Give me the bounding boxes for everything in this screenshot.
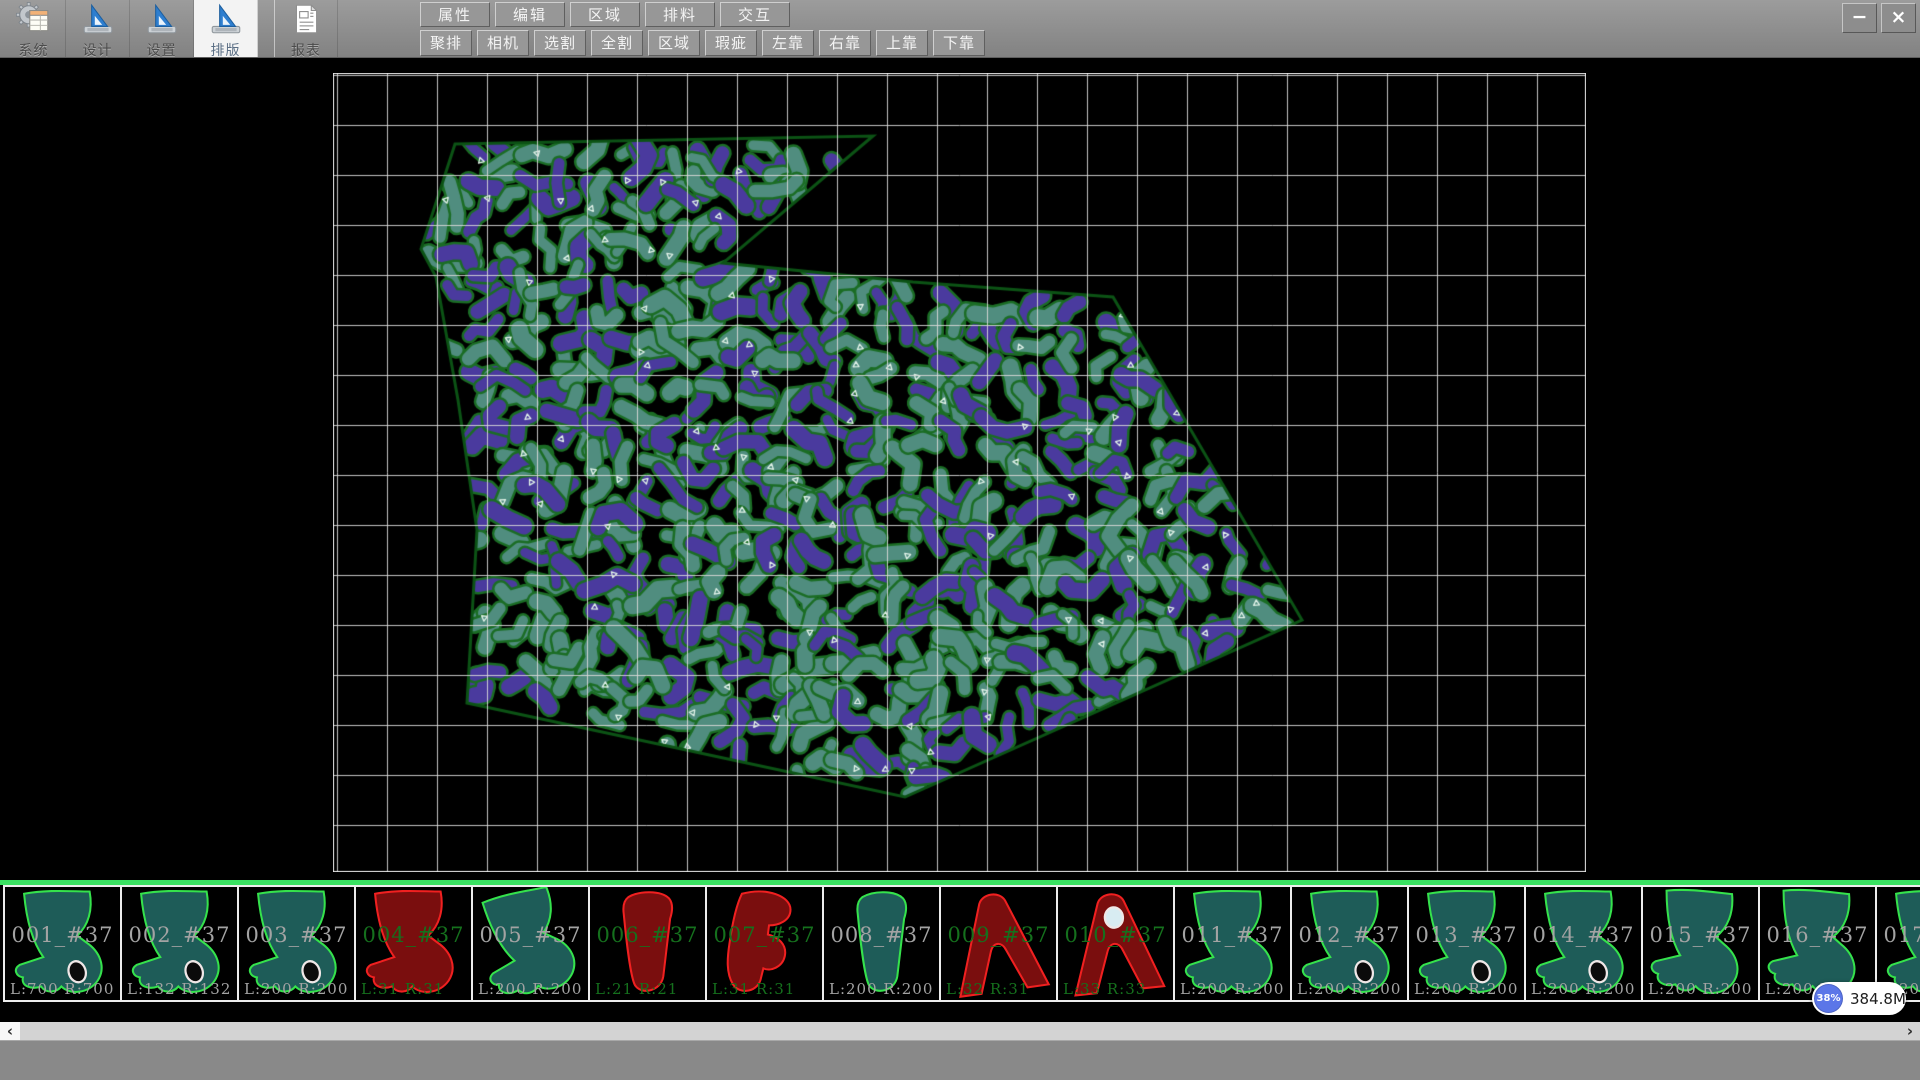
- piece-label: 011_#37: [1175, 923, 1290, 947]
- piece-label: 004_#37: [356, 923, 471, 947]
- piece-thumbnail-9[interactable]: 009_#37 L:32 R:31: [939, 885, 1058, 1002]
- layout-icon: [208, 2, 244, 40]
- piece-thumbnail-5[interactable]: 005_#37 L:200 R:200: [471, 885, 590, 1002]
- piece-thumbnail-10[interactable]: 010_#37 L:33 R:33: [1056, 885, 1175, 1002]
- piece-lr-count: L:200 R:200: [1297, 980, 1401, 998]
- thumbnail-strip: 001_#37 L:700 R:700 002_#37 L:132 R:132 003_…: [0, 880, 1920, 1002]
- piece-lr-count: L:200 R:200: [1648, 980, 1752, 998]
- nav-button-2[interactable]: 设计: [66, 0, 130, 57]
- report-icon: [288, 2, 324, 40]
- minimize-button[interactable]: −: [1842, 3, 1877, 33]
- piece-lr-count: L:200 R:200: [1531, 980, 1635, 998]
- menu-tab-2[interactable]: 编辑: [495, 2, 565, 27]
- piece-lr-count: L:21 R:21: [595, 980, 678, 998]
- tool-button-4[interactable]: 全割: [591, 30, 643, 56]
- thumbnail-cells: 001_#37 L:700 R:700 002_#37 L:132 R:132 003_…: [3, 885, 1920, 1002]
- menu-tab-1[interactable]: 属性: [420, 2, 490, 27]
- piece-label: 003_#37: [239, 923, 354, 947]
- piece-thumbnail-12[interactable]: 012_#37 L:200 R:200: [1290, 885, 1409, 1002]
- piece-lr-count: L:132 R:132: [127, 980, 231, 998]
- piece-lr-count: L:32 R:31: [946, 980, 1029, 998]
- piece-thumbnail-14[interactable]: 014_#37 L:200 R:200: [1524, 885, 1643, 1002]
- tool-button-2[interactable]: 相机: [477, 30, 529, 56]
- memory-indicator: 38% 384.8M: [1812, 982, 1906, 1015]
- piece-thumbnail-13[interactable]: 013_#37 L:200 R:200: [1407, 885, 1526, 1002]
- nav-button-5[interactable]: 报表: [274, 0, 338, 57]
- piece-thumbnail-8[interactable]: 008_#37 L:200 R:200: [822, 885, 941, 1002]
- piece-thumbnail-6[interactable]: 006_#37 L:21 R:21: [588, 885, 707, 1002]
- piece-label: 008_#37: [824, 923, 939, 947]
- nav-button-1[interactable]: 系统: [2, 0, 66, 57]
- piece-label: 002_#37: [122, 923, 237, 947]
- nav-button-label: 设计: [83, 40, 113, 60]
- window-controls: − ×: [1842, 3, 1916, 33]
- piece-lr-count: L:200 R:200: [829, 980, 933, 998]
- nav-button-3[interactable]: 设置: [130, 0, 194, 57]
- horizontal-scrollbar[interactable]: ‹ ›: [0, 1022, 1920, 1040]
- tool-button-7[interactable]: 左靠: [762, 30, 814, 56]
- nav-button-label: 设置: [147, 40, 177, 60]
- menu-tab-3[interactable]: 区域: [570, 2, 640, 27]
- piece-label: 010_#37: [1058, 923, 1173, 947]
- piece-lr-count: L:200 R:200: [1180, 980, 1284, 998]
- piece-lr-count: L:200 R:200: [1414, 980, 1518, 998]
- settings-icon: [144, 2, 180, 40]
- nav-button-label: 报表: [291, 40, 321, 60]
- piece-label: 007_#37: [707, 923, 822, 947]
- close-button[interactable]: ×: [1881, 3, 1916, 33]
- tool-button-5[interactable]: 区域: [648, 30, 700, 56]
- tool-button-10[interactable]: 下靠: [933, 30, 985, 56]
- piece-thumbnail-7[interactable]: 007_#37 L:31 R:31: [705, 885, 824, 1002]
- nesting-canvas[interactable]: [333, 73, 1586, 872]
- piece-label: 001_#37: [5, 923, 120, 947]
- piece-label: 014_#37: [1526, 923, 1641, 947]
- piece-label: 006_#37: [590, 923, 705, 947]
- piece-thumbnail-4[interactable]: 004_#37 L:31 R:31: [354, 885, 473, 1002]
- memory-size: 384.8M: [1850, 990, 1906, 1008]
- nav-button-label: 排版: [211, 40, 241, 60]
- bottom-status-bar: [0, 1040, 1920, 1080]
- menu-row-main: 属性编辑区域排料交互: [420, 2, 990, 27]
- piece-label: 012_#37: [1292, 923, 1407, 947]
- design-icon: [80, 2, 116, 40]
- piece-label: 017_#37: [1877, 923, 1920, 947]
- piece-label: 009_#37: [941, 923, 1056, 947]
- piece-lr-count: L:33 R:33: [1063, 980, 1146, 998]
- piece-thumbnail-11[interactable]: 011_#37 L:200 R:200: [1173, 885, 1292, 1002]
- menu-row-tools: 聚排相机选割全割区域瑕疵左靠右靠上靠下靠: [420, 30, 990, 56]
- piece-label: 005_#37: [473, 923, 588, 947]
- piece-lr-count: L:700 R:700: [10, 980, 114, 998]
- piece-thumbnail-1[interactable]: 001_#37 L:700 R:700: [3, 885, 122, 1002]
- piece-lr-count: L:200 R:200: [478, 980, 582, 998]
- piece-label: 015_#37: [1643, 923, 1758, 947]
- piece-lr-count: L:31 R:31: [361, 980, 444, 998]
- tool-button-1[interactable]: 聚排: [420, 30, 472, 56]
- scroll-left-arrow[interactable]: ‹: [0, 1022, 20, 1040]
- scroll-right-arrow[interactable]: ›: [1900, 1022, 1920, 1040]
- tool-button-8[interactable]: 右靠: [819, 30, 871, 56]
- nav-button-label: 系统: [19, 40, 49, 60]
- tool-button-9[interactable]: 上靠: [876, 30, 928, 56]
- system-icon: [16, 2, 52, 40]
- tool-button-3[interactable]: 选割: [534, 30, 586, 56]
- tool-button-6[interactable]: 瑕疵: [705, 30, 757, 56]
- top-toolbar: 系统设计设置排版报表 属性编辑区域排料交互 聚排相机选割全割区域瑕疵左靠右靠上靠…: [0, 0, 1920, 58]
- menu-bar: 属性编辑区域排料交互 聚排相机选割全割区域瑕疵左靠右靠上靠下靠: [420, 0, 990, 56]
- piece-label: 013_#37: [1409, 923, 1524, 947]
- piece-thumbnail-15[interactable]: 015_#37 L:200 R:200: [1641, 885, 1760, 1002]
- nav-button-4[interactable]: 排版: [194, 0, 258, 57]
- memory-percent-badge: 38%: [1814, 984, 1843, 1013]
- menu-tab-5[interactable]: 交互: [720, 2, 790, 27]
- piece-label: 016_#37: [1760, 923, 1875, 947]
- nav-buttons: 系统 设计 设置 排版 报表: [2, 0, 338, 57]
- piece-lr-count: L:200 R:200: [244, 980, 348, 998]
- menu-tab-4[interactable]: 排料: [645, 2, 715, 27]
- piece-thumbnail-3[interactable]: 003_#37 L:200 R:200: [237, 885, 356, 1002]
- memory-percent: 38%: [1817, 993, 1841, 1004]
- piece-lr-count: L:31 R:31: [712, 980, 795, 998]
- piece-thumbnail-2[interactable]: 002_#37 L:132 R:132: [120, 885, 239, 1002]
